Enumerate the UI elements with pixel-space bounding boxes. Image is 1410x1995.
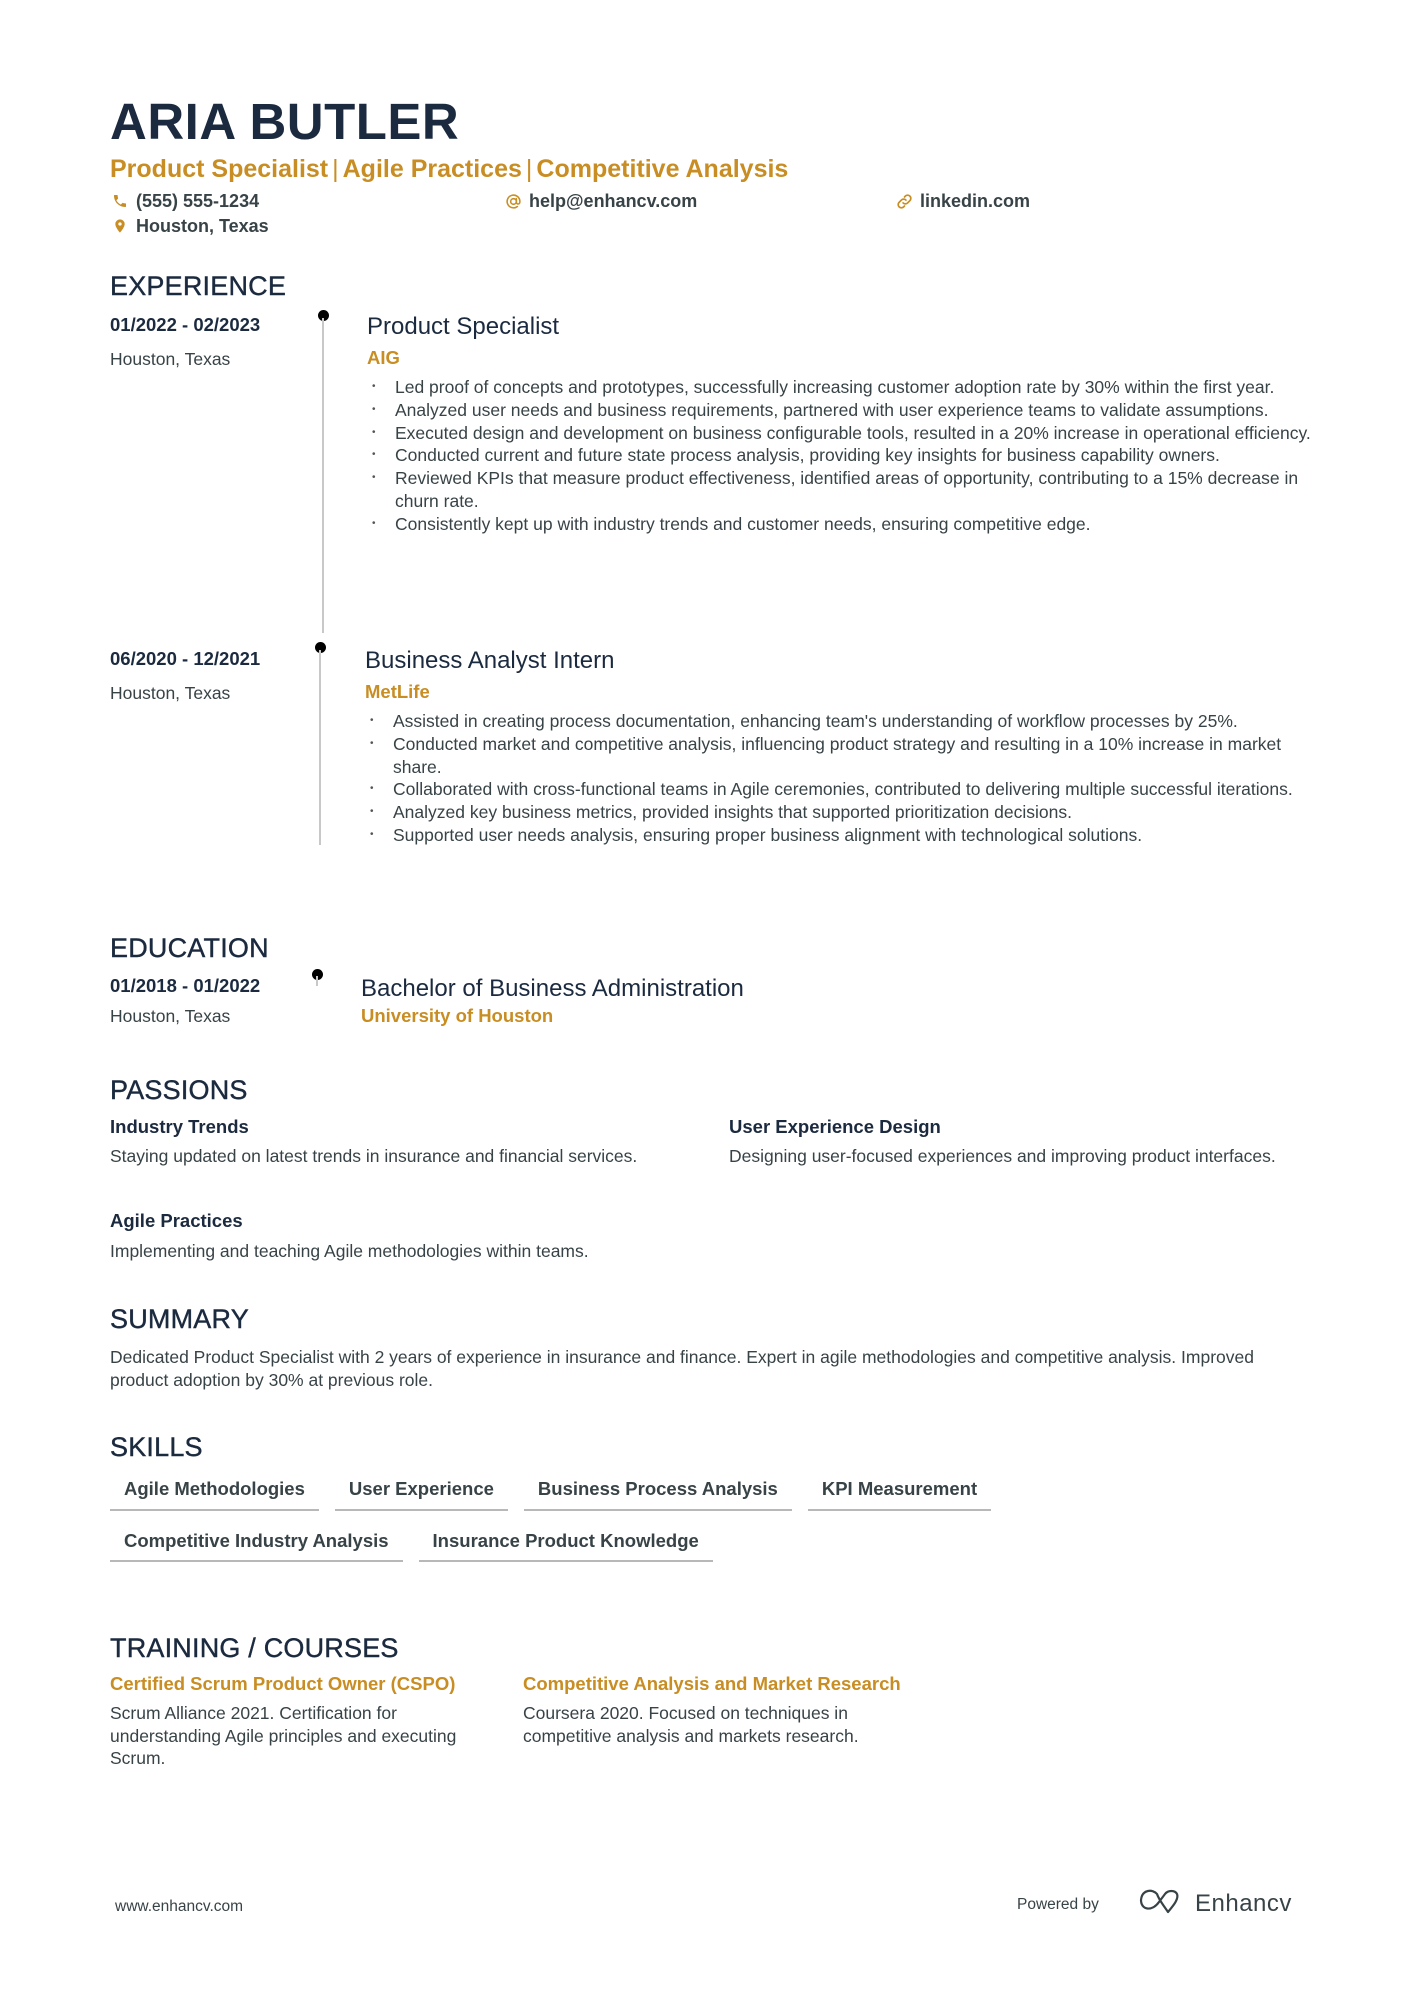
headline-part: Product Specialist bbox=[110, 155, 329, 183]
bullet-item: Collaborated with cross-functional teams… bbox=[366, 778, 1326, 801]
education-dates: 01/2018 - 01/2022 bbox=[110, 975, 261, 996]
contact-email[interactable]: help@enhancv.com bbox=[505, 192, 697, 210]
bullet-item: Conducted current and future state proce… bbox=[368, 444, 1318, 467]
experience-dates: 06/2020 - 12/2021 bbox=[110, 648, 261, 669]
passion-title: User Experience Design bbox=[729, 1116, 941, 1137]
skill-tag: Competitive Industry Analysis bbox=[110, 1531, 403, 1562]
enhancv-logo-icon bbox=[1137, 1888, 1183, 1919]
skill-tag: User Experience bbox=[334, 1479, 508, 1511]
location-text: Houston, Texas bbox=[136, 216, 269, 236]
passion-item: User Experience Design Designing user-fo… bbox=[729, 1116, 1289, 1167]
bullet-item: Executed design and development on busin… bbox=[368, 422, 1318, 445]
skill-tag: Agile Methodologies bbox=[110, 1479, 319, 1511]
training-desc: Scrum Alliance 2021. Certification for u… bbox=[110, 1702, 457, 1769]
headline-part: Competitive Analysis bbox=[536, 155, 789, 183]
phone-text: (555) 555-1234 bbox=[136, 191, 260, 211]
bullet-item: Consistently kept up with industry trend… bbox=[368, 513, 1318, 536]
phone-icon bbox=[112, 193, 128, 209]
bullet-item: Supported user needs analysis, ensuring … bbox=[366, 824, 1326, 847]
footer-website-link[interactable]: www.enhancv.com bbox=[115, 1898, 243, 1916]
experience-bullets: Led proof of concepts and prototypes, su… bbox=[368, 376, 1318, 536]
skill-tag: Insurance Product Knowledge bbox=[418, 1531, 713, 1562]
bullet-item: Led proof of concepts and prototypes, su… bbox=[368, 376, 1318, 399]
education-heading: EDUCATION bbox=[110, 933, 269, 963]
education-location: Houston, Texas bbox=[110, 1006, 231, 1026]
training-title: Certified Scrum Product Owner (CSPO) bbox=[110, 1673, 456, 1694]
at-icon bbox=[505, 193, 521, 209]
passion-title: Agile Practices bbox=[110, 1210, 243, 1231]
passion-item: Agile Practices Implementing and teachin… bbox=[110, 1210, 710, 1262]
training-item: Competitive Analysis and Market Research… bbox=[523, 1673, 923, 1747]
skill-tag: KPI Measurement bbox=[807, 1479, 992, 1511]
passions-heading: PASSIONS bbox=[110, 1075, 248, 1105]
training-title: Competitive Analysis and Market Research bbox=[523, 1673, 901, 1694]
experience-company: AIG bbox=[367, 347, 400, 368]
bullet-item: Assisted in creating process documentati… bbox=[366, 710, 1326, 733]
timeline-line bbox=[316, 976, 318, 986]
experience-role: Business Analyst Intern bbox=[365, 647, 615, 674]
passion-desc: Designing user-focused experiences and i… bbox=[729, 1145, 1276, 1166]
email-text: help@enhancv.com bbox=[529, 191, 698, 211]
bullet-item: Analyzed user needs and business require… bbox=[368, 399, 1318, 422]
headline-separator: | bbox=[332, 155, 339, 183]
passion-item: Industry Trends Staying updated on lates… bbox=[110, 1116, 670, 1167]
candidate-name: ARIA BUTLER bbox=[110, 93, 460, 150]
education-school: University of Houston bbox=[361, 1005, 554, 1026]
training-item: Certified Scrum Product Owner (CSPO) Scr… bbox=[110, 1673, 480, 1770]
timeline-line bbox=[322, 318, 324, 633]
skill-tag: Business Process Analysis bbox=[523, 1479, 792, 1511]
contact-location: Houston, Texas bbox=[112, 217, 269, 235]
link-icon bbox=[896, 193, 912, 209]
powered-by-label: Powered by bbox=[1017, 1896, 1099, 1913]
brand-name: Enhancv bbox=[1195, 1889, 1292, 1917]
training-desc: Coursera 2020. Focused on techniques in … bbox=[523, 1702, 859, 1746]
summary-text: Dedicated Product Specialist with 2 year… bbox=[110, 1347, 1254, 1390]
experience-location: Houston, Texas bbox=[110, 683, 231, 703]
skills-list: Agile Methodologies User Experience Busi… bbox=[110, 1479, 1110, 1562]
summary-heading: SUMMARY bbox=[110, 1304, 249, 1334]
passion-title: Industry Trends bbox=[110, 1116, 249, 1137]
brand-logo[interactable]: Enhancv bbox=[1137, 1888, 1292, 1919]
education-degree: Bachelor of Business Administration bbox=[361, 975, 744, 1002]
experience-company: MetLife bbox=[365, 681, 430, 702]
bullet-item: Conducted market and competitive analysi… bbox=[366, 733, 1326, 779]
headline-separator: | bbox=[525, 155, 533, 183]
experience-heading: EXPERIENCE bbox=[110, 271, 287, 301]
skills-heading: SKILLS bbox=[110, 1432, 203, 1462]
contact-phone[interactable]: (555) 555-1234 bbox=[112, 192, 259, 210]
experience-location: Houston, Texas bbox=[110, 349, 231, 369]
training-heading: TRAINING / COURSES bbox=[110, 1633, 399, 1663]
bullet-item: Reviewed KPIs that measure product effec… bbox=[368, 467, 1318, 513]
bullet-item: Analyzed key business metrics, provided … bbox=[366, 801, 1326, 824]
passion-desc: Implementing and teaching Agile methodol… bbox=[110, 1240, 589, 1261]
contact-linkedin[interactable]: linkedin.com bbox=[896, 192, 1030, 210]
linkedin-text: linkedin.com bbox=[920, 191, 1031, 211]
timeline-line bbox=[319, 650, 321, 845]
headline-part: Agile Practices bbox=[342, 155, 522, 183]
experience-dates: 01/2022 - 02/2023 bbox=[110, 314, 261, 335]
headline: Product Specialist | Agile Practices | Compe… bbox=[110, 157, 788, 182]
experience-role: Product Specialist bbox=[367, 313, 560, 340]
experience-bullets: Assisted in creating process documentati… bbox=[366, 710, 1326, 847]
passion-desc: Staying updated on latest trends in insu… bbox=[110, 1145, 638, 1166]
location-pin-icon bbox=[112, 218, 128, 234]
